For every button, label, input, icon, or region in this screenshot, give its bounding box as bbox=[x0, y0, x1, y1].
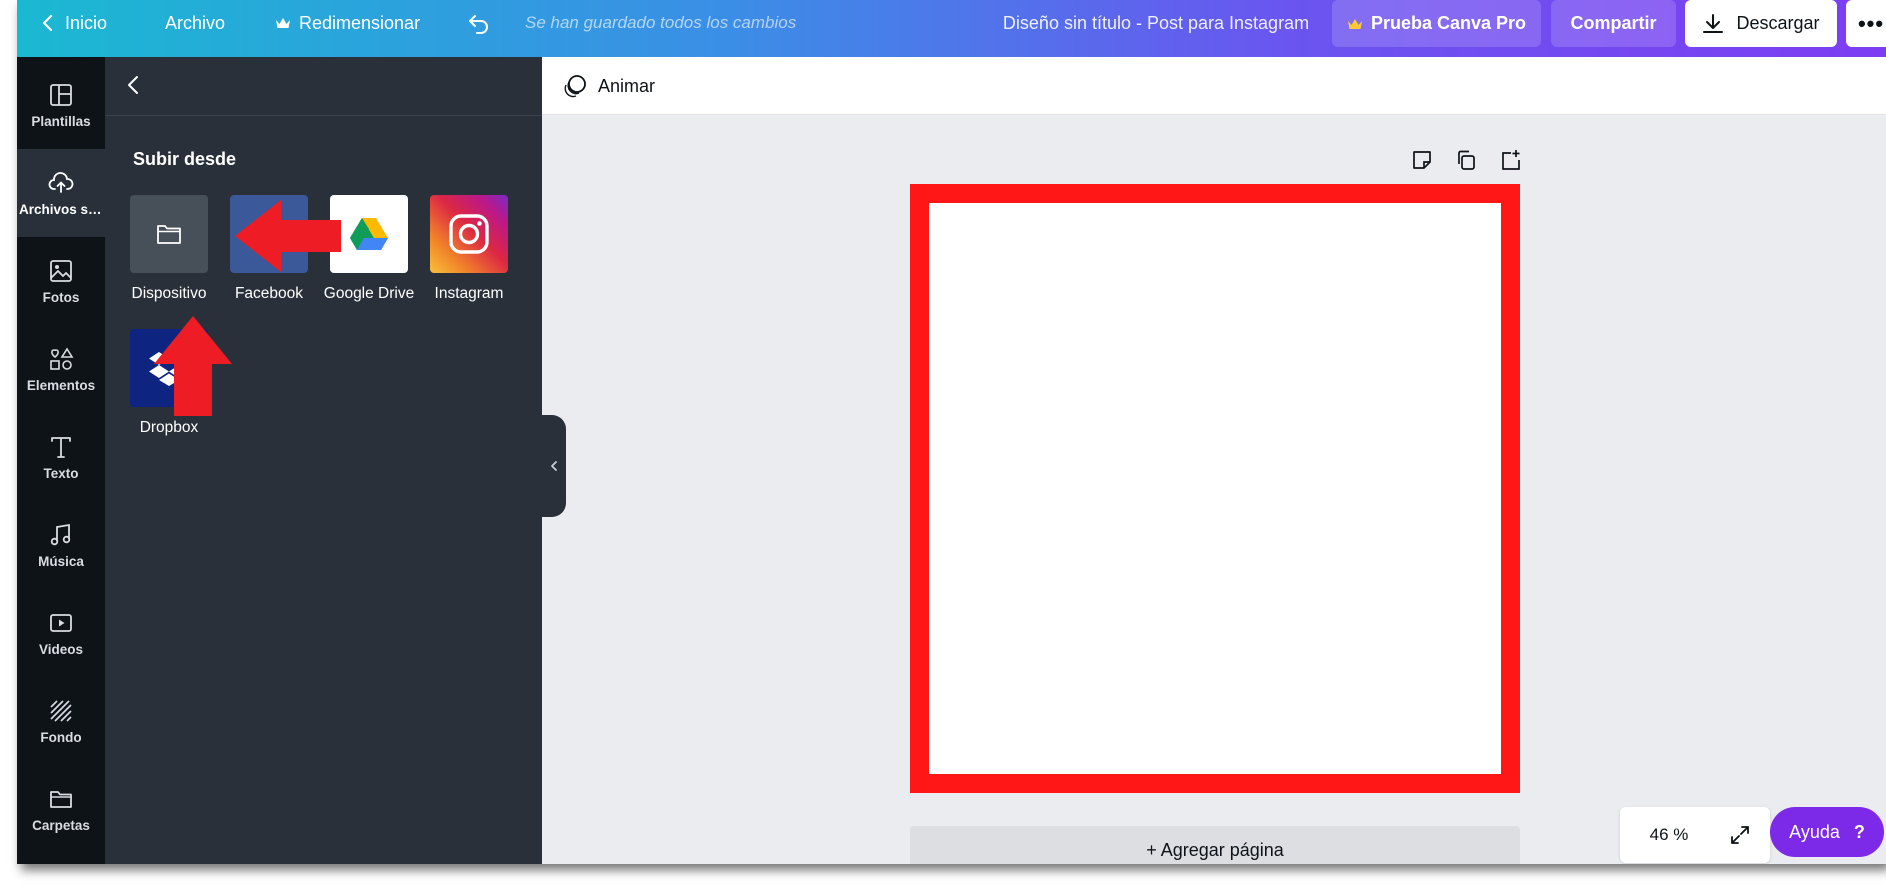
design-title[interactable]: Diseño sin título - Post para Instagram bbox=[981, 0, 1331, 46]
design-canvas[interactable] bbox=[910, 184, 1520, 793]
rail-item-videos[interactable]: Videos bbox=[17, 589, 105, 677]
expand-icon bbox=[1731, 826, 1749, 844]
chevron-left-icon bbox=[128, 76, 138, 94]
folder-icon bbox=[157, 225, 181, 244]
rail-label-photos: Fotos bbox=[42, 289, 80, 305]
collapse-panel-handle[interactable] bbox=[542, 415, 566, 517]
zoom-controls: 46 % bbox=[1620, 807, 1770, 863]
rail-label-uploads: Archivos subidos bbox=[19, 201, 103, 217]
left-navigation-rail: Plantillas Archivos subidos Fotos Elemen… bbox=[17, 57, 105, 864]
note-icon bbox=[1413, 151, 1431, 169]
instagram-tile[interactable] bbox=[430, 195, 508, 273]
rail-item-background[interactable]: Fondo bbox=[17, 677, 105, 765]
save-status: Se han guardado todos los cambios bbox=[525, 13, 797, 32]
rail-label-elements: Elementos bbox=[26, 377, 96, 393]
rail-item-elements[interactable]: Elementos bbox=[17, 325, 105, 413]
try-pro-button[interactable]: Prueba Canva Pro bbox=[1332, 0, 1541, 47]
home-button[interactable]: Inicio bbox=[41, 0, 107, 46]
source-label-dropbox: Dropbox bbox=[139, 419, 199, 436]
chevron-left-icon bbox=[551, 461, 557, 471]
page-note-button[interactable] bbox=[1410, 148, 1434, 172]
download-icon bbox=[1703, 13, 1724, 33]
animate-label: Animar bbox=[598, 75, 656, 96]
music-icon bbox=[50, 523, 71, 545]
rail-label-music: Música bbox=[38, 553, 84, 569]
add-page-icon-button[interactable] bbox=[1499, 148, 1523, 172]
source-device[interactable]: Dispositivo bbox=[128, 195, 210, 303]
help-button[interactable]: Ayuda ? bbox=[1770, 807, 1884, 857]
undo-icon bbox=[469, 15, 488, 34]
add-page-button[interactable]: + Agregar página bbox=[910, 826, 1520, 864]
rail-label-folders: Carpetas bbox=[32, 817, 90, 833]
photo-icon bbox=[50, 259, 72, 282]
rail-item-text[interactable]: Texto bbox=[17, 413, 105, 501]
chevron-left-icon bbox=[42, 14, 53, 32]
rail-item-folders[interactable]: Carpetas bbox=[17, 765, 105, 853]
undo-button[interactable] bbox=[465, 0, 493, 46]
duplicate-icon bbox=[1458, 150, 1475, 170]
try-pro-label: Prueba Canva Pro bbox=[1370, 13, 1527, 33]
top-bar: Inicio Archivo Redimensionar Se han guar… bbox=[17, 0, 1886, 57]
rail-label-videos: Videos bbox=[38, 641, 84, 657]
share-button[interactable]: Compartir bbox=[1551, 0, 1676, 47]
annotation-arrow-up bbox=[154, 316, 232, 416]
back-button[interactable] bbox=[119, 71, 147, 99]
more-options-button[interactable]: ••• bbox=[1846, 0, 1886, 47]
cloud-upload-icon bbox=[48, 171, 74, 193]
rail-item-uploads[interactable]: Archivos subidos bbox=[17, 149, 105, 237]
background-icon bbox=[50, 699, 72, 722]
device-tile[interactable] bbox=[130, 195, 208, 273]
uploads-panel: Subir desde Dispositivo Facebook Google … bbox=[105, 57, 542, 864]
zoom-level[interactable]: 46 % bbox=[1620, 825, 1718, 845]
canva-editor-window: Inicio Archivo Redimensionar Se han guar… bbox=[17, 0, 1886, 864]
panel-divider bbox=[105, 115, 542, 116]
rail-item-templates[interactable]: Plantillas bbox=[17, 61, 105, 149]
editor-toolbar: Animar bbox=[542, 57, 1886, 115]
shapes-icon bbox=[50, 346, 74, 370]
fullscreen-button[interactable] bbox=[1718, 824, 1762, 846]
source-instagram[interactable]: Instagram bbox=[428, 195, 510, 303]
annotation-arrow-left bbox=[235, 200, 341, 272]
add-page-icon bbox=[1502, 150, 1520, 170]
source-label-instagram: Instagram bbox=[434, 285, 504, 302]
rail-item-music[interactable]: Música bbox=[17, 501, 105, 589]
download-label: Descargar bbox=[1736, 13, 1820, 33]
crown-icon bbox=[1347, 18, 1362, 29]
text-icon bbox=[51, 436, 71, 458]
instagram-icon bbox=[449, 214, 489, 254]
animate-icon bbox=[564, 75, 586, 98]
resize-button[interactable]: Redimensionar bbox=[275, 0, 420, 46]
file-menu-button[interactable]: Archivo bbox=[165, 0, 225, 46]
download-button[interactable]: Descargar bbox=[1685, 0, 1837, 47]
rail-label-background: Fondo bbox=[40, 729, 82, 745]
animate-button[interactable]: Animar bbox=[562, 69, 655, 103]
rail-item-photos[interactable]: Fotos bbox=[17, 237, 105, 325]
google-drive-icon bbox=[350, 218, 388, 250]
duplicate-page-button[interactable] bbox=[1454, 148, 1478, 172]
rail-label-templates: Plantillas bbox=[31, 113, 91, 129]
help-label: Ayuda bbox=[1789, 821, 1840, 842]
crown-icon bbox=[276, 18, 290, 28]
resize-label: Redimensionar bbox=[299, 12, 421, 33]
upload-from-heading: Subir desde bbox=[133, 149, 237, 169]
home-label: Inicio bbox=[65, 12, 108, 33]
video-icon bbox=[50, 613, 72, 632]
layout-icon bbox=[50, 83, 72, 106]
file-label: Archivo bbox=[165, 12, 226, 33]
rail-label-text: Texto bbox=[43, 465, 79, 481]
question-icon: ? bbox=[1853, 821, 1865, 842]
folder-icon bbox=[50, 790, 72, 808]
